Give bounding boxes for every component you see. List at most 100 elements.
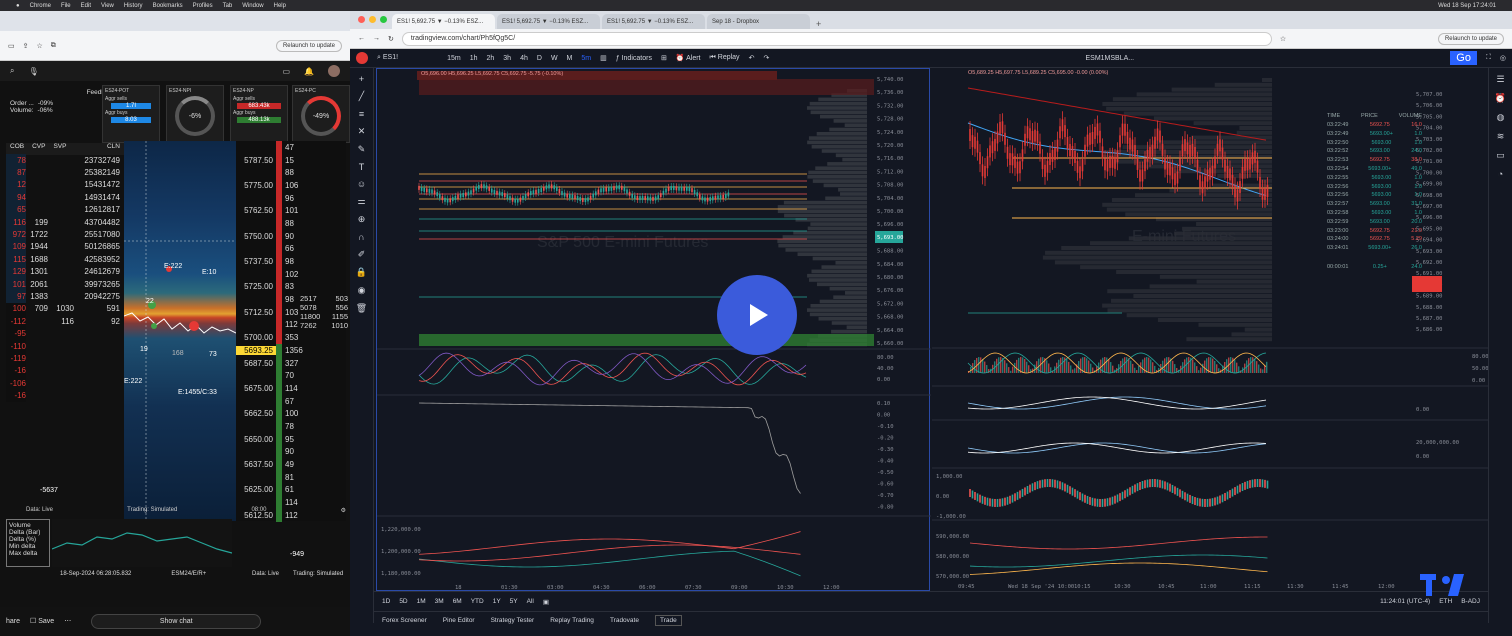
menu-edit[interactable]: Edit xyxy=(81,3,91,9)
legend-item[interactable]: Min delta xyxy=(9,543,47,550)
pattern-icon[interactable]: ✕ xyxy=(358,126,366,137)
calendar-icon[interactable]: ▣ xyxy=(543,598,549,606)
interval-m[interactable]: M xyxy=(567,55,573,62)
ladder-row[interactable]: 5787.50 15 xyxy=(236,153,346,167)
share-icon[interactable]: ⇪ xyxy=(23,42,29,50)
ladder-row[interactable]: 5775.00 106 xyxy=(236,179,346,192)
dom-row[interactable]: 115 1688 42583952 xyxy=(6,253,124,266)
indicators-button[interactable]: ƒ Indicators xyxy=(616,55,652,62)
dom-row[interactable]: 12 15431472 xyxy=(6,178,124,192)
legend-item[interactable]: Volume xyxy=(9,522,47,529)
dom-row[interactable]: 101 2061 39973265 xyxy=(6,277,124,291)
menu-window[interactable]: Window xyxy=(242,3,263,9)
tab-tradovate[interactable]: Tradovate xyxy=(610,617,639,624)
star-icon[interactable]: ☆ xyxy=(1280,35,1286,43)
watchlist-icon[interactable]: ☰ xyxy=(1496,74,1504,85)
interval-1h[interactable]: 1h xyxy=(470,55,478,62)
show-chat-button[interactable]: Show chat xyxy=(91,613,262,629)
ladder-row[interactable]: 81 xyxy=(236,470,346,484)
tab-es1-1[interactable]: ES1! 5,692.75 ▼ −0.13% ESZ... xyxy=(392,14,495,29)
new-tab-button[interactable]: + xyxy=(812,19,825,29)
ladder-row[interactable]: 88 xyxy=(236,166,346,180)
layouts-icon[interactable]: ⊞ xyxy=(661,54,667,62)
extensions-icon[interactable]: ⧉ xyxy=(51,42,56,50)
avatar[interactable] xyxy=(328,65,340,77)
magnet-icon[interactable]: ∩ xyxy=(358,232,364,242)
range-ytd[interactable]: YTD xyxy=(471,598,484,605)
tab-replay-trading[interactable]: Replay Trading xyxy=(550,617,594,624)
interval-15m[interactable]: 15m xyxy=(447,55,461,62)
cast-icon[interactable]: ▭ xyxy=(282,67,290,76)
tab-es1-2[interactable]: ES1! 5,692.75 ▼ −0.13% ESZ... xyxy=(497,14,600,29)
tab-dropbox[interactable]: Sep 18 - Dropbox xyxy=(707,14,810,29)
dom-row[interactable]: 972 1722 25517080 xyxy=(6,228,124,241)
lock-icon[interactable]: 🔒 xyxy=(356,267,367,278)
relaunch-button[interactable]: Relaunch to update xyxy=(275,39,342,52)
dom-row[interactable]: -112 116 92 xyxy=(6,315,124,328)
dom-row[interactable]: 65 12612817 xyxy=(6,203,124,216)
apple-icon[interactable]: ● xyxy=(16,3,20,9)
mini-chart[interactable] xyxy=(51,519,233,567)
interval-d[interactable]: D xyxy=(537,55,542,62)
alert-button[interactable]: ⏰ Alert xyxy=(676,54,701,62)
forward-icon[interactable]: → xyxy=(373,35,380,42)
close-window-icon[interactable] xyxy=(358,16,365,23)
tab-trade[interactable]: Trade xyxy=(654,615,682,626)
emoji-icon[interactable]: ☺ xyxy=(357,179,366,189)
ideas-icon[interactable]: ◍ xyxy=(1497,112,1505,123)
trendline-icon[interactable]: ╱ xyxy=(359,91,364,102)
menu-file[interactable]: File xyxy=(61,3,71,9)
dom-row[interactable]: 94 14931474 xyxy=(6,191,124,204)
undo-icon[interactable]: ↶ xyxy=(749,54,755,62)
url-input[interactable]: tradingview.com/chart/Ph5fQg5C/ xyxy=(401,31,1272,46)
menu-history[interactable]: History xyxy=(124,3,143,9)
text-icon[interactable]: T xyxy=(359,162,365,172)
range-1y[interactable]: 1Y xyxy=(493,598,501,605)
symbol-search[interactable]: ⌕ ES1! xyxy=(377,54,398,62)
reload-icon[interactable]: ↻ xyxy=(388,35,394,43)
zoom-window-icon[interactable] xyxy=(380,16,387,23)
menu-app[interactable]: Chrome xyxy=(30,3,51,9)
ladder-row[interactable]: 5625.00 61 xyxy=(236,483,346,497)
dom-row[interactable]: 100 709 1030 591 xyxy=(6,302,124,316)
interval-2h[interactable]: 2h xyxy=(486,55,494,62)
notifications-icon[interactable]: ◔ xyxy=(1498,169,1503,179)
replay-button[interactable]: ⏮ Replay xyxy=(710,54,740,62)
ladder-row[interactable]: 5687.50 327 xyxy=(236,356,346,370)
price-ladder[interactable]: 47 5787.50 15 88 5775.00 106 96 5762.50 101 88 575… xyxy=(236,141,346,522)
range-6m[interactable]: 6M xyxy=(453,598,462,605)
ruler-icon[interactable]: ⚌ xyxy=(357,196,365,207)
ladder-row[interactable]: 5725.00 83 xyxy=(236,280,346,294)
dom-row[interactable]: 78 23732749 xyxy=(6,154,124,167)
eye-icon[interactable]: ◉ xyxy=(358,285,366,296)
star-icon[interactable]: ☆ xyxy=(37,42,43,50)
ladder-row[interactable]: 78 xyxy=(236,420,346,433)
dom-row[interactable]: 129 1301 24612679 xyxy=(6,265,124,278)
mic-icon[interactable]: 🎙 xyxy=(28,67,38,76)
chat-icon[interactable]: ▭ xyxy=(1496,150,1505,161)
chart-type-icon[interactable]: ▥ xyxy=(600,54,607,62)
interval-w[interactable]: W xyxy=(551,55,558,62)
layers-icon[interactable]: ≋ xyxy=(1497,131,1505,142)
dom-row[interactable]: -16 xyxy=(6,364,124,378)
legend-item[interactable]: Delta (%) xyxy=(9,536,47,543)
crosshair-icon[interactable]: + xyxy=(359,74,364,84)
play-button[interactable] xyxy=(717,275,797,355)
ladder-row[interactable]: 70 xyxy=(236,369,346,383)
menu-help[interactable]: Help xyxy=(274,3,286,9)
menu-profiles[interactable]: Profiles xyxy=(193,3,213,9)
more-icon[interactable]: ⋯ xyxy=(64,617,71,625)
relaunch-button[interactable]: Relaunch to update xyxy=(1437,32,1504,45)
ladder-row[interactable]: 102 xyxy=(236,267,346,281)
dom-row[interactable]: 87 25382149 xyxy=(6,166,124,179)
range-5d[interactable]: 5D xyxy=(399,598,407,605)
menu-bookmarks[interactable]: Bookmarks xyxy=(153,3,183,9)
dom-row[interactable]: -95 xyxy=(6,327,124,340)
ladder-row[interactable]: 96 xyxy=(236,191,346,205)
chart-pane-left[interactable]: O5,696.00 H5,696.25 L5,692.75 C5,692.75 … xyxy=(376,68,931,591)
dom-row[interactable]: -110 xyxy=(6,339,124,353)
range-all[interactable]: All xyxy=(527,598,534,605)
save-button[interactable]: ☐ Save xyxy=(30,617,54,625)
alerts-icon[interactable]: ⏰ xyxy=(1495,93,1506,104)
ladder-row[interactable]: 47 xyxy=(236,141,346,154)
